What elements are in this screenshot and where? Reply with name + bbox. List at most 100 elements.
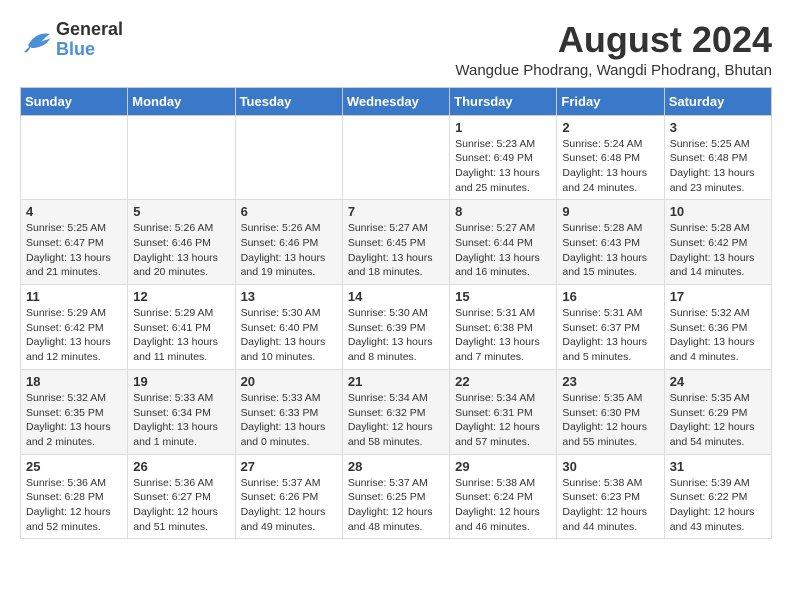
calendar-day-cell bbox=[128, 115, 235, 200]
month-year-title: August 2024 bbox=[455, 20, 772, 60]
calendar-week-row: 4 Sunrise: 5:25 AMSunset: 6:47 PMDaylight… bbox=[21, 200, 772, 285]
calendar-week-row: 1 Sunrise: 5:23 AMSunset: 6:49 PMDaylight… bbox=[21, 115, 772, 200]
day-number: 1 bbox=[455, 120, 551, 135]
day-info: Sunrise: 5:25 AMSunset: 6:47 PMDaylight:… bbox=[26, 221, 122, 280]
day-number: 10 bbox=[670, 204, 766, 219]
day-info: Sunrise: 5:30 AMSunset: 6:39 PMDaylight:… bbox=[348, 306, 444, 365]
day-info: Sunrise: 5:32 AMSunset: 6:36 PMDaylight:… bbox=[670, 306, 766, 365]
day-info: Sunrise: 5:31 AMSunset: 6:38 PMDaylight:… bbox=[455, 306, 551, 365]
calendar-day-cell: 25 Sunrise: 5:36 AMSunset: 6:28 PMDayligh… bbox=[21, 454, 128, 539]
day-number: 3 bbox=[670, 120, 766, 135]
day-info: Sunrise: 5:26 AMSunset: 6:46 PMDaylight:… bbox=[133, 221, 229, 280]
weekday-header-thursday: Thursday bbox=[450, 87, 557, 115]
day-info: Sunrise: 5:37 AMSunset: 6:25 PMDaylight:… bbox=[348, 476, 444, 535]
day-info: Sunrise: 5:28 AMSunset: 6:42 PMDaylight:… bbox=[670, 221, 766, 280]
day-info: Sunrise: 5:25 AMSunset: 6:48 PMDaylight:… bbox=[670, 137, 766, 196]
calendar-week-row: 18 Sunrise: 5:32 AMSunset: 6:35 PMDayligh… bbox=[21, 369, 772, 454]
day-number: 18 bbox=[26, 374, 122, 389]
calendar-day-cell: 17 Sunrise: 5:32 AMSunset: 6:36 PMDayligh… bbox=[664, 285, 771, 370]
day-info: Sunrise: 5:29 AMSunset: 6:41 PMDaylight:… bbox=[133, 306, 229, 365]
day-number: 28 bbox=[348, 459, 444, 474]
calendar-day-cell: 6Sunrise: 5:26 AMSunset: 6:46 PMDaylight… bbox=[235, 200, 342, 285]
calendar-day-cell: 5 Sunrise: 5:26 AMSunset: 6:46 PMDaylight… bbox=[128, 200, 235, 285]
day-info: Sunrise: 5:37 AMSunset: 6:26 PMDaylight:… bbox=[241, 476, 337, 535]
day-info: Sunrise: 5:24 AMSunset: 6:48 PMDaylight:… bbox=[562, 137, 658, 196]
calendar-day-cell: 16Sunrise: 5:31 AMSunset: 6:37 PMDayligh… bbox=[557, 285, 664, 370]
logo-text: GeneralBlue bbox=[56, 20, 123, 60]
day-number: 14 bbox=[348, 289, 444, 304]
calendar-day-cell: 26 Sunrise: 5:36 AMSunset: 6:27 PMDayligh… bbox=[128, 454, 235, 539]
calendar-day-cell bbox=[342, 115, 449, 200]
day-info: Sunrise: 5:33 AMSunset: 6:34 PMDaylight:… bbox=[133, 391, 229, 450]
day-number: 24 bbox=[670, 374, 766, 389]
day-number: 13 bbox=[241, 289, 337, 304]
day-info: Sunrise: 5:29 AMSunset: 6:42 PMDaylight:… bbox=[26, 306, 122, 365]
calendar-day-cell: 31 Sunrise: 5:39 AMSunset: 6:22 PMDayligh… bbox=[664, 454, 771, 539]
calendar-day-cell: 1 Sunrise: 5:23 AMSunset: 6:49 PMDaylight… bbox=[450, 115, 557, 200]
day-number: 8 bbox=[455, 204, 551, 219]
calendar-day-cell: 3 Sunrise: 5:25 AMSunset: 6:48 PMDaylight… bbox=[664, 115, 771, 200]
day-number: 25 bbox=[26, 459, 122, 474]
day-number: 11 bbox=[26, 289, 122, 304]
calendar-day-cell: 8 Sunrise: 5:27 AMSunset: 6:44 PMDaylight… bbox=[450, 200, 557, 285]
day-info: Sunrise: 5:39 AMSunset: 6:22 PMDaylight:… bbox=[670, 476, 766, 535]
calendar-day-cell bbox=[235, 115, 342, 200]
day-info: Sunrise: 5:27 AMSunset: 6:45 PMDaylight:… bbox=[348, 221, 444, 280]
calendar-day-cell: 7Sunrise: 5:27 AMSunset: 6:45 PMDaylight… bbox=[342, 200, 449, 285]
calendar-day-cell: 14 Sunrise: 5:30 AMSunset: 6:39 PMDayligh… bbox=[342, 285, 449, 370]
day-number: 27 bbox=[241, 459, 337, 474]
weekday-header-friday: Friday bbox=[557, 87, 664, 115]
calendar-day-cell: 2Sunrise: 5:24 AMSunset: 6:48 PMDaylight… bbox=[557, 115, 664, 200]
title-block: August 2024 Wangdue Phodrang, Wangdi Pho… bbox=[455, 20, 772, 79]
calendar-day-cell: 9Sunrise: 5:28 AMSunset: 6:43 PMDaylight… bbox=[557, 200, 664, 285]
calendar-day-cell: 10 Sunrise: 5:28 AMSunset: 6:42 PMDayligh… bbox=[664, 200, 771, 285]
day-info: Sunrise: 5:33 AMSunset: 6:33 PMDaylight:… bbox=[241, 391, 337, 450]
calendar-day-cell: 21Sunrise: 5:34 AMSunset: 6:32 PMDayligh… bbox=[342, 369, 449, 454]
weekday-header-row: SundayMondayTuesdayWednesdayThursdayFrid… bbox=[21, 87, 772, 115]
day-number: 5 bbox=[133, 204, 229, 219]
calendar-day-cell: 15 Sunrise: 5:31 AMSunset: 6:38 PMDayligh… bbox=[450, 285, 557, 370]
weekday-header-tuesday: Tuesday bbox=[235, 87, 342, 115]
day-info: Sunrise: 5:27 AMSunset: 6:44 PMDaylight:… bbox=[455, 221, 551, 280]
calendar-day-cell: 27 Sunrise: 5:37 AMSunset: 6:26 PMDayligh… bbox=[235, 454, 342, 539]
day-number: 12 bbox=[133, 289, 229, 304]
calendar-day-cell: 12 Sunrise: 5:29 AMSunset: 6:41 PMDayligh… bbox=[128, 285, 235, 370]
day-info: Sunrise: 5:36 AMSunset: 6:27 PMDaylight:… bbox=[133, 476, 229, 535]
day-number: 21 bbox=[348, 374, 444, 389]
calendar-day-cell: 23Sunrise: 5:35 AMSunset: 6:30 PMDayligh… bbox=[557, 369, 664, 454]
page-header: GeneralBlue August 2024 Wangdue Phodrang… bbox=[20, 20, 772, 79]
calendar-day-cell: 24 Sunrise: 5:35 AMSunset: 6:29 PMDayligh… bbox=[664, 369, 771, 454]
day-info: Sunrise: 5:36 AMSunset: 6:28 PMDaylight:… bbox=[26, 476, 122, 535]
day-info: Sunrise: 5:35 AMSunset: 6:29 PMDaylight:… bbox=[670, 391, 766, 450]
day-info: Sunrise: 5:28 AMSunset: 6:43 PMDaylight:… bbox=[562, 221, 658, 280]
day-info: Sunrise: 5:38 AMSunset: 6:24 PMDaylight:… bbox=[455, 476, 551, 535]
calendar-day-cell: 20Sunrise: 5:33 AMSunset: 6:33 PMDayligh… bbox=[235, 369, 342, 454]
weekday-header-wednesday: Wednesday bbox=[342, 87, 449, 115]
day-info: Sunrise: 5:34 AMSunset: 6:31 PMDaylight:… bbox=[455, 391, 551, 450]
logo: GeneralBlue bbox=[20, 20, 123, 60]
day-number: 31 bbox=[670, 459, 766, 474]
location-subtitle: Wangdue Phodrang, Wangdi Phodrang, Bhuta… bbox=[455, 62, 772, 79]
day-number: 15 bbox=[455, 289, 551, 304]
calendar-day-cell: 4 Sunrise: 5:25 AMSunset: 6:47 PMDaylight… bbox=[21, 200, 128, 285]
calendar-day-cell: 28 Sunrise: 5:37 AMSunset: 6:25 PMDayligh… bbox=[342, 454, 449, 539]
calendar-day-cell: 22Sunrise: 5:34 AMSunset: 6:31 PMDayligh… bbox=[450, 369, 557, 454]
calendar-day-cell: 18 Sunrise: 5:32 AMSunset: 6:35 PMDayligh… bbox=[21, 369, 128, 454]
day-number: 4 bbox=[26, 204, 122, 219]
day-info: Sunrise: 5:32 AMSunset: 6:35 PMDaylight:… bbox=[26, 391, 122, 450]
day-info: Sunrise: 5:23 AMSunset: 6:49 PMDaylight:… bbox=[455, 137, 551, 196]
calendar-day-cell: 13Sunrise: 5:30 AMSunset: 6:40 PMDayligh… bbox=[235, 285, 342, 370]
calendar-table: SundayMondayTuesdayWednesdayThursdayFrid… bbox=[20, 87, 772, 540]
logo-icon bbox=[20, 26, 52, 54]
weekday-header-saturday: Saturday bbox=[664, 87, 771, 115]
calendar-day-cell: 11 Sunrise: 5:29 AMSunset: 6:42 PMDayligh… bbox=[21, 285, 128, 370]
weekday-header-sunday: Sunday bbox=[21, 87, 128, 115]
calendar-day-cell bbox=[21, 115, 128, 200]
day-info: Sunrise: 5:31 AMSunset: 6:37 PMDaylight:… bbox=[562, 306, 658, 365]
day-number: 26 bbox=[133, 459, 229, 474]
day-number: 30 bbox=[562, 459, 658, 474]
day-number: 17 bbox=[670, 289, 766, 304]
day-number: 23 bbox=[562, 374, 658, 389]
calendar-week-row: 11 Sunrise: 5:29 AMSunset: 6:42 PMDayligh… bbox=[21, 285, 772, 370]
weekday-header-monday: Monday bbox=[128, 87, 235, 115]
